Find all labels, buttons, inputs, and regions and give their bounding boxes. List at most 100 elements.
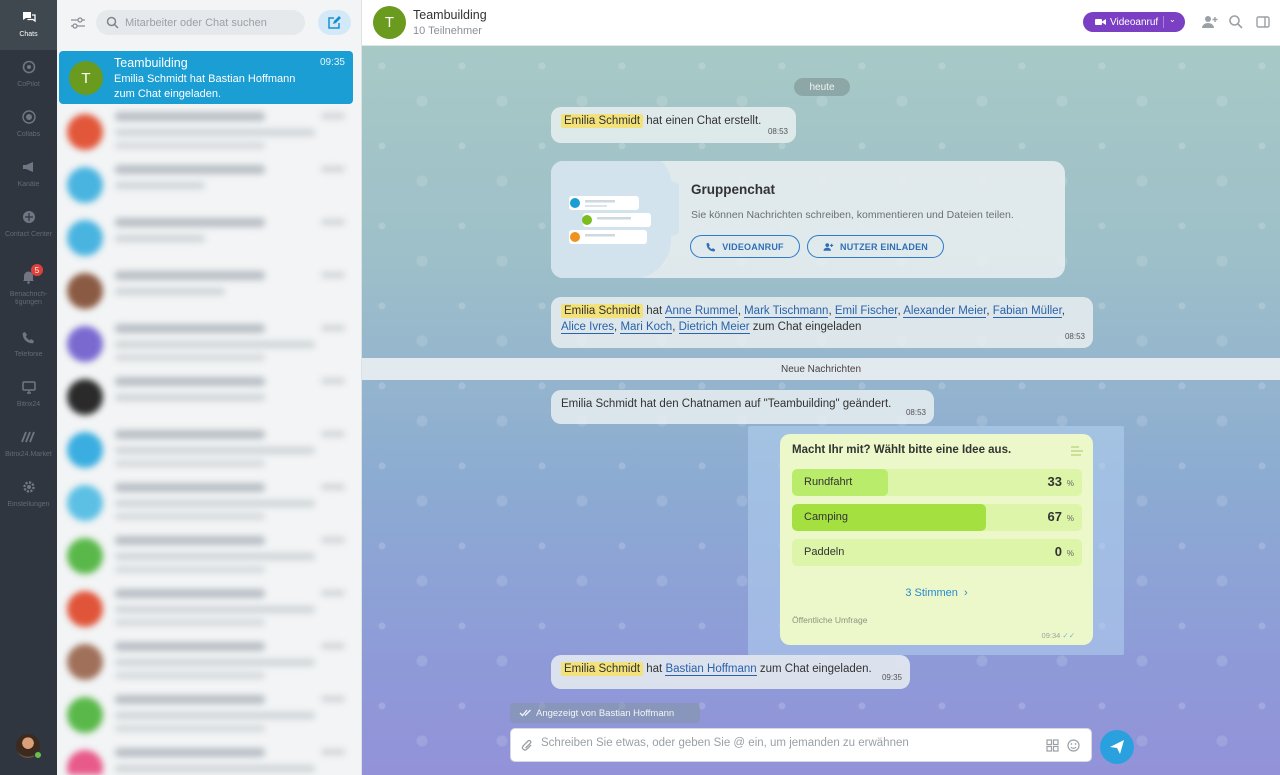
menu-icon[interactable]	[1071, 444, 1083, 456]
list-item[interactable]	[65, 530, 355, 583]
gear-icon	[20, 478, 38, 496]
app-window: Chats CoPilot Collabs Kanäle Contact Cen…	[0, 0, 1280, 775]
blurred-chat-list	[57, 106, 362, 775]
user-link[interactable]: Fabian Müller	[992, 305, 1062, 318]
rail-item-collabs[interactable]: Collabs	[0, 100, 57, 150]
new-messages-divider: Neue Nachrichten	[362, 358, 1280, 380]
list-item[interactable]	[65, 477, 355, 530]
chat-list-panel: T Teambuilding 09:35 Emilia Schmidt hat …	[57, 0, 362, 775]
poll-votes-link[interactable]: 3 Stimmen ›	[780, 587, 1093, 599]
poll-option-label: Rundfahrt	[804, 476, 853, 488]
chat-name: Teambuilding	[114, 56, 188, 70]
search-box[interactable]	[96, 10, 305, 35]
user-link[interactable]: Mark Tischmann	[744, 305, 829, 318]
chat-header: T Teambuilding 10 Teilnehmer Videoanruf …	[362, 0, 1280, 46]
send-icon	[1110, 740, 1124, 754]
list-item[interactable]	[65, 265, 355, 318]
system-message-invited: Emilia Schmidt hat Anne Rummel, Mark Tis…	[551, 297, 1093, 348]
poll-card: Macht Ihr mit? Wählt bitte eine Idee aus…	[780, 434, 1093, 645]
poll-option[interactable]: Paddeln 0 %	[792, 539, 1082, 566]
group-chat-card: Gruppenchat Sie können Nachrichten schre…	[551, 161, 1065, 278]
filter-icon[interactable]	[69, 14, 87, 32]
new-chat-button[interactable]	[318, 10, 351, 35]
user-avatar[interactable]	[16, 734, 42, 759]
copilot-icon	[20, 58, 38, 76]
compose-icon	[328, 16, 341, 29]
participants-count[interactable]: 10 Teilnehmer	[413, 25, 482, 37]
sidebar-toggle-icon[interactable]	[1255, 14, 1271, 30]
rail-item-contact-center[interactable]: Contact Center	[0, 200, 57, 250]
poll-option[interactable]: Camping 67 %	[792, 504, 1082, 531]
group-chat-illustration	[551, 161, 679, 278]
nav-rail: Chats CoPilot Collabs Kanäle Contact Cen…	[0, 0, 57, 775]
group-videocall-button[interactable]: VIDEOANRUF	[690, 235, 800, 258]
list-item[interactable]	[65, 583, 355, 636]
list-item[interactable]	[65, 424, 355, 477]
poll-question: Macht Ihr mit? Wählt bitte eine Idee aus…	[792, 444, 1012, 456]
poll-option-percent: 67	[1047, 509, 1062, 524]
video-camera-icon	[1095, 19, 1106, 25]
list-item[interactable]	[65, 689, 355, 742]
notifications-badge: 5	[31, 264, 43, 276]
rail-item-channels[interactable]: Kanäle	[0, 150, 57, 200]
rail-item-settings[interactable]: Einstellungen	[0, 470, 57, 520]
double-check-icon	[519, 709, 531, 717]
user-mention[interactable]: Emilia Schmidt	[561, 114, 644, 128]
list-item[interactable]	[65, 159, 355, 212]
video-call-button[interactable]: Videoanruf ⌄	[1083, 12, 1185, 32]
add-user-icon[interactable]	[1202, 14, 1218, 30]
user-mention[interactable]: Emilia Schmidt	[561, 662, 644, 676]
user-link[interactable]: Mari Koch	[620, 321, 673, 334]
user-mention[interactable]: Emilia Schmidt	[561, 304, 644, 318]
rail-item-copilot[interactable]: CoPilot	[0, 50, 57, 100]
emoji-icon[interactable]	[1067, 739, 1080, 752]
list-item[interactable]	[65, 106, 355, 159]
send-button[interactable]	[1100, 730, 1134, 764]
user-link[interactable]: Alice Ivres	[561, 321, 615, 334]
chat-item-teambuilding[interactable]: T Teambuilding 09:35 Emilia Schmidt hat …	[59, 51, 353, 104]
contact-center-icon	[20, 208, 38, 226]
chat-main: T Teambuilding 10 Teilnehmer Videoanruf …	[362, 0, 1280, 775]
message-input[interactable]	[541, 737, 1011, 749]
system-message-created: Emilia Schmidt hat einen Chat erstellt. …	[551, 107, 796, 143]
rail-item-notifications[interactable]: 5 Benachrich- tigungen	[0, 260, 57, 310]
poll-option-percent: 0	[1054, 544, 1062, 559]
poll-option[interactable]: Rundfahrt 33 %	[792, 469, 1082, 496]
list-item[interactable]	[65, 318, 355, 371]
attach-icon[interactable]	[521, 739, 534, 753]
rail-item-market[interactable]: Bitrix24.Market	[0, 420, 57, 470]
chat-header-avatar[interactable]: T	[373, 6, 406, 39]
group-chat-title: Gruppenchat	[691, 182, 776, 197]
poll-option-percent: 33	[1047, 474, 1062, 489]
chat-list-toolbar	[57, 0, 362, 46]
message-time: 08:53	[1064, 332, 1085, 341]
phone-icon	[20, 328, 38, 346]
chat-time: 09:35	[319, 57, 345, 68]
list-item[interactable]	[65, 371, 355, 424]
chat-title[interactable]: Teambuilding	[413, 8, 487, 22]
user-link[interactable]: Dietrich Meier	[678, 321, 750, 334]
message-time: 08:53	[767, 127, 788, 136]
search-icon[interactable]	[1228, 14, 1244, 30]
rail-item-bitrix24[interactable]: Bitrix24	[0, 370, 57, 420]
list-item[interactable]	[65, 742, 355, 775]
rail-item-telephony[interactable]: Telefonie	[0, 320, 57, 370]
invite-users-button[interactable]: NUTZER EINLADEN	[807, 235, 944, 258]
message-time: 09:35	[881, 673, 902, 682]
message-composer[interactable]	[510, 728, 1092, 762]
system-message-renamed: Emilia Schmidt hat den Chatnamen auf "Te…	[551, 390, 934, 424]
chat-avatar: T	[69, 61, 103, 95]
user-link[interactable]: Bastian Hoffmann	[665, 663, 757, 676]
list-item[interactable]	[65, 636, 355, 689]
video-call-label: Videoanruf	[1110, 16, 1159, 28]
search-input[interactable]	[125, 16, 295, 29]
user-link[interactable]: Alexander Meier	[903, 305, 987, 318]
list-item[interactable]	[65, 212, 355, 265]
user-link[interactable]: Emil Fischer	[834, 305, 898, 318]
apps-icon[interactable]	[1046, 739, 1059, 752]
rail-item-chats[interactable]: Chats	[0, 0, 57, 50]
chevron-down-icon[interactable]: ⌄	[1169, 15, 1176, 24]
megaphone-icon	[20, 158, 38, 176]
user-link[interactable]: Anne Rummel	[664, 305, 738, 318]
chevron-right-icon: ›	[960, 587, 968, 599]
